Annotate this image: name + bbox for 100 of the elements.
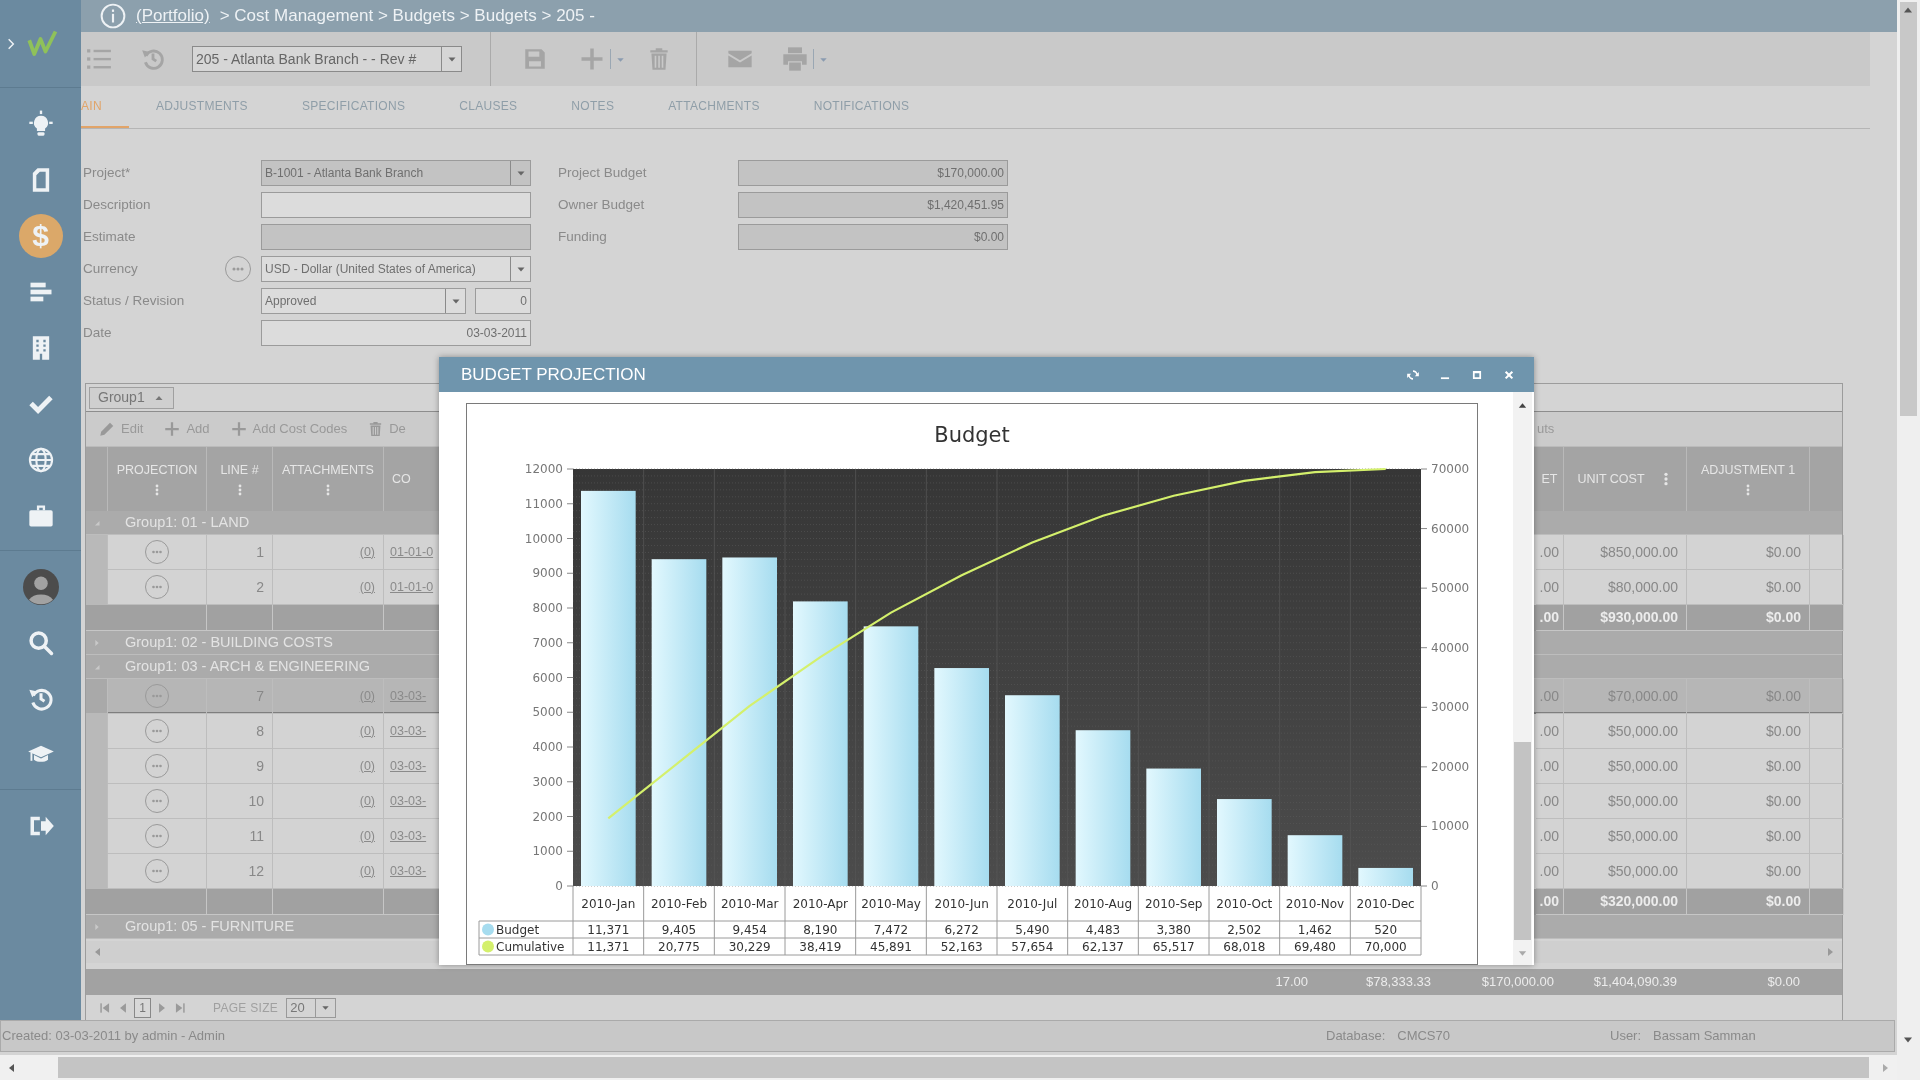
table-cell-text: 1 bbox=[256, 542, 264, 562]
scrollbar-thumb[interactable] bbox=[58, 1057, 1869, 1078]
table-cell: 45,891 bbox=[870, 940, 912, 954]
axis-label: 4000 bbox=[532, 740, 563, 754]
legend-label: Budget bbox=[496, 923, 540, 937]
tab[interactable]: AIN bbox=[81, 86, 129, 128]
page-number[interactable]: 1 bbox=[134, 997, 151, 1018]
breadcrumb-link[interactable]: (Portfolio) bbox=[136, 3, 210, 29]
tab[interactable]: ATTACHMENTS bbox=[641, 86, 787, 128]
refresh-icon[interactable] bbox=[1406, 367, 1420, 382]
group-label: Group1: 03 - ARCH & ENGINEERING bbox=[124, 656, 370, 676]
group-label: Group1: 05 - FURNITURE bbox=[124, 916, 295, 936]
total-cell-text: $78,333.33 bbox=[1365, 973, 1431, 992]
row-handle[interactable] bbox=[86, 679, 108, 714]
scrollbar-thumb[interactable] bbox=[1900, 2, 1917, 416]
cost-code-link[interactable]: 03-03- bbox=[390, 791, 427, 811]
axis-label: 2000 bbox=[532, 809, 563, 824]
date-field[interactable]: 03-03-2011 bbox=[261, 320, 531, 346]
tab[interactable]: ADJUSTMENTS bbox=[128, 86, 275, 128]
table-cell: 520 bbox=[1374, 923, 1398, 937]
table-cell: 4,483 bbox=[1085, 923, 1121, 937]
table-cell: 68,018 bbox=[1223, 940, 1266, 954]
text-field[interactable] bbox=[261, 192, 531, 218]
group-chip[interactable]: Group1 bbox=[89, 386, 174, 409]
column-header[interactable]: UNIT COST bbox=[1577, 469, 1645, 489]
cost-code-link[interactable]: 03-03- bbox=[390, 826, 427, 846]
axis-label: 70000 bbox=[1431, 462, 1470, 476]
scrollbar-thumb[interactable] bbox=[1514, 742, 1531, 940]
column-header[interactable]: ADJUSTMENT 1 bbox=[1700, 460, 1796, 480]
table-cell-text: $0.00 bbox=[1765, 542, 1801, 562]
group-label: Group1: 02 - BUILDING COSTS bbox=[124, 632, 333, 652]
table-cell-text: .00 bbox=[1539, 608, 1559, 627]
record-select[interactable]: 205 - Atlanta Bank Branch - - Rev # bbox=[192, 46, 462, 73]
total-cell-text: $170,000.00 bbox=[1481, 973, 1554, 992]
database-name: CMCS70 bbox=[1397, 1027, 1450, 1046]
column-header[interactable]: LINE # bbox=[220, 460, 259, 480]
column-header[interactable]: PROJECTION bbox=[116, 460, 198, 480]
total-cell-text: 17.00 bbox=[1275, 973, 1308, 992]
lightbulb-icon[interactable] bbox=[26, 110, 55, 138]
attachments-link[interactable]: (0) bbox=[359, 542, 375, 562]
attachments-link[interactable]: (0) bbox=[359, 721, 375, 741]
row-handle[interactable] bbox=[86, 570, 108, 605]
last-page-icon[interactable] bbox=[173, 1000, 187, 1015]
attachments-link[interactable]: (0) bbox=[359, 826, 375, 846]
page-size-select[interactable]: 20 bbox=[286, 997, 337, 1018]
attachments-link[interactable]: (0) bbox=[359, 577, 375, 597]
column-header[interactable]: ET bbox=[1541, 469, 1558, 489]
column-header[interactable]: CO bbox=[392, 469, 411, 489]
table-cell-text: 2 bbox=[256, 577, 264, 597]
tab[interactable]: CLAUSES bbox=[432, 86, 545, 128]
cost-code-link[interactable]: 01-01-0 bbox=[390, 542, 434, 562]
column-header[interactable]: ATTACHMENTS bbox=[282, 460, 374, 480]
table-cell-text: $0.00 bbox=[1765, 892, 1801, 911]
legend-label: Cumulative bbox=[496, 940, 565, 954]
user-label: User: bbox=[1610, 1027, 1642, 1046]
axis-label: 60000 bbox=[1431, 521, 1470, 536]
printer-icon[interactable] bbox=[781, 45, 809, 74]
table-cell: 65,517 bbox=[1152, 940, 1195, 954]
row-handle[interactable] bbox=[86, 714, 108, 749]
dollar-icon[interactable]: $ bbox=[18, 214, 63, 258]
axis-label: 12000 bbox=[524, 462, 563, 476]
attachments-link[interactable]: (0) bbox=[359, 791, 375, 811]
number-field[interactable]: 0 bbox=[475, 288, 531, 314]
axis-label: 10000 bbox=[524, 531, 563, 546]
category-label: 2010-Mar bbox=[720, 897, 779, 911]
row-handle[interactable] bbox=[86, 854, 108, 889]
cost-code-link[interactable]: 01-01-0 bbox=[390, 577, 434, 597]
attachments-link[interactable]: (0) bbox=[359, 861, 375, 881]
tab[interactable]: NOTES bbox=[544, 86, 642, 128]
scrollbar[interactable] bbox=[1513, 392, 1532, 965]
first-page-icon[interactable] bbox=[98, 1000, 112, 1015]
cost-code-link[interactable]: 03-03- bbox=[390, 721, 427, 741]
dropdown-field[interactable]: Approved bbox=[261, 288, 466, 314]
category-label: 2010-Jun bbox=[934, 897, 989, 911]
avatar-icon[interactable] bbox=[22, 569, 59, 605]
cost-code-link[interactable]: 03-03- bbox=[390, 756, 427, 776]
category-label: 2010-Feb bbox=[650, 897, 708, 911]
tab[interactable]: SPECIFICATIONS bbox=[274, 86, 433, 128]
table-cell: 70,000 bbox=[1364, 940, 1407, 954]
created-info: Created: 03-03-2011 by admin - Admin bbox=[1, 1027, 227, 1046]
table-cell: 20,775 bbox=[658, 940, 700, 954]
attachments-link[interactable]: (0) bbox=[359, 756, 375, 776]
globe-icon[interactable] bbox=[26, 446, 55, 474]
info-icon[interactable] bbox=[100, 3, 126, 30]
table-cell: 6,272 bbox=[944, 923, 979, 937]
table-cell-text: .00 bbox=[1539, 892, 1559, 911]
tab[interactable]: NOTIFICATIONS bbox=[786, 86, 937, 128]
row-handle[interactable] bbox=[86, 535, 108, 570]
table-cell: 3,380 bbox=[1156, 923, 1191, 937]
window-title: BUDGET PROJECTION bbox=[461, 363, 647, 386]
search-icon[interactable] bbox=[26, 629, 55, 657]
table-cell: 9,454 bbox=[732, 923, 767, 937]
field-label: Estimate bbox=[83, 227, 136, 246]
total-cell-text: $1,404,090.39 bbox=[1593, 973, 1677, 992]
table-cell-text: .00 bbox=[1539, 756, 1559, 776]
axis-label: 7000 bbox=[532, 635, 563, 650]
breadcrumb-trail: > Cost Management > Budgets > Budgets > 205 - bbox=[219, 5, 595, 28]
dropdown-field[interactable]: USD - Dollar (United States of America) bbox=[261, 256, 531, 282]
cost-code-link[interactable]: 03-03- bbox=[390, 861, 427, 881]
table-cell-text: .00 bbox=[1539, 577, 1559, 597]
